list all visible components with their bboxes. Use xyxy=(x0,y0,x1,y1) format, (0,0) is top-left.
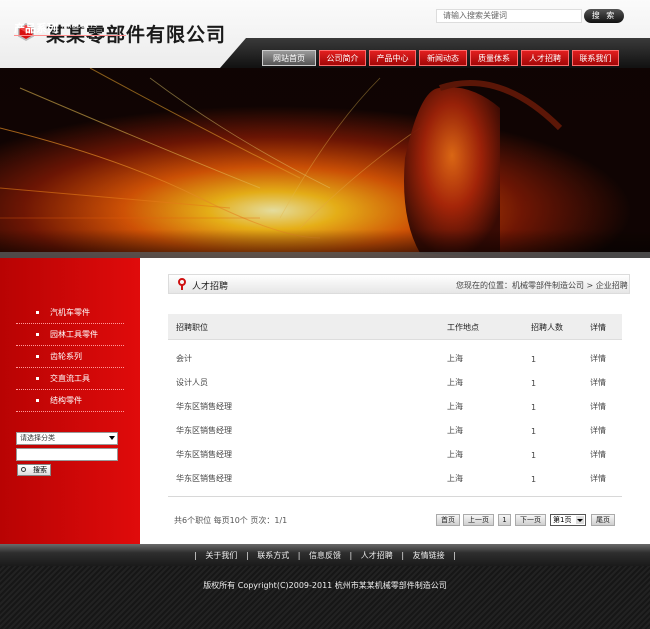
sidebar-item-gears[interactable]: 齿轮系列 xyxy=(16,346,124,368)
cell-location: 上海 xyxy=(447,378,463,387)
category-select-value: 请选择分类 xyxy=(20,434,55,442)
last-page-button[interactable]: 尾页 xyxy=(591,514,615,526)
footer-link-friends[interactable]: 友情链接 xyxy=(410,551,448,560)
sidebar-title-en: /PRODUCTS xyxy=(62,23,98,30)
footer-separator: | xyxy=(297,551,301,560)
sidebar-item-garden-tools[interactable]: 园林工具零件 xyxy=(16,324,124,346)
footer-separator: | xyxy=(349,551,353,560)
nav-item-about[interactable]: 公司简介 xyxy=(319,50,366,66)
footer-links: | 关于我们 | 联系方式 | 信息反馈 | 人才招聘 | 友情链接 | xyxy=(0,550,650,561)
chevron-down-icon xyxy=(576,516,584,524)
column-header-location: 工作地点 xyxy=(447,323,479,332)
details-link[interactable]: 详情 xyxy=(590,377,606,388)
sidebar-item-label: 汽机车零件 xyxy=(50,308,90,317)
sidebar-divider xyxy=(14,35,126,36)
cell-position[interactable]: 华东区销售经理 xyxy=(176,425,232,436)
sidebar-item-label: 园林工具零件 xyxy=(50,330,98,339)
main-nav: 网站首页 公司简介 产品中心 新闻动态 质量体系 人才招聘 联系我们 xyxy=(262,50,619,66)
cell-headcount: 1 xyxy=(531,355,537,364)
pager-summary: 共6个职位 每页10个 页次：1/1 xyxy=(174,516,288,525)
bullet-icon xyxy=(36,377,39,380)
sidebar-search-label: 搜索 xyxy=(33,466,47,474)
sidebar-item-label: 结构零件 xyxy=(50,396,82,405)
column-header-details: 详情 xyxy=(590,323,606,332)
footer-link-about[interactable]: 关于我们 xyxy=(202,551,240,560)
footer-background xyxy=(0,566,650,629)
prev-page-button[interactable]: 上一页 xyxy=(463,514,494,526)
cell-position[interactable]: 会计 xyxy=(176,353,192,364)
search-input[interactable]: 请输入搜索关键词 xyxy=(436,9,582,23)
molten-metal-banner-image xyxy=(0,68,650,258)
nav-item-products[interactable]: 产品中心 xyxy=(369,50,416,66)
footer-separator: | xyxy=(194,551,197,560)
sidebar-item-structural-parts[interactable]: 结构零件 xyxy=(16,390,124,412)
section-title: 人才招聘 xyxy=(192,282,229,292)
footer-link-careers[interactable]: 人才招聘 xyxy=(358,551,396,560)
footer-separator: | xyxy=(245,551,249,560)
sidebar-item-label: 齿轮系列 xyxy=(50,352,82,361)
footer-separator: | xyxy=(401,551,405,560)
cell-location: 上海 xyxy=(447,426,463,435)
search-button[interactable]: 搜 索 xyxy=(584,9,624,23)
page-select[interactable]: 第1页 xyxy=(550,514,586,526)
nav-item-contact[interactable]: 联系我们 xyxy=(572,50,619,66)
page-select-value: 第1页 xyxy=(553,516,572,524)
footer-link-contact[interactable]: 联系方式 xyxy=(254,551,292,560)
footer-separator: | xyxy=(453,551,456,560)
nav-item-careers[interactable]: 人才招聘 xyxy=(521,50,569,66)
hero-banner xyxy=(0,68,650,258)
cell-headcount: 1 xyxy=(531,379,537,388)
details-link[interactable]: 详情 xyxy=(590,425,606,436)
bullet-icon xyxy=(36,333,39,336)
details-link[interactable]: 详情 xyxy=(590,449,606,460)
bullet-icon xyxy=(36,399,39,402)
cell-headcount: 1 xyxy=(531,403,537,412)
details-link[interactable]: 详情 xyxy=(590,353,606,364)
nav-item-quality[interactable]: 质量体系 xyxy=(470,50,518,66)
details-link[interactable]: 详情 xyxy=(590,401,606,412)
sidebar-item-auto-parts[interactable]: 汽机车零件 xyxy=(16,302,124,324)
breadcrumb: 您现在的位置：机械零部件制造公司 > 企业招聘 xyxy=(456,281,628,290)
first-page-button[interactable]: 首页 xyxy=(436,514,460,526)
cell-location: 上海 xyxy=(447,402,463,411)
search-icon xyxy=(21,467,26,472)
bullet-icon xyxy=(36,311,39,314)
copyright-text: 版权所有 Copyright(C)2009-2011 杭州市某某机械零部件制造公… xyxy=(203,581,447,590)
cell-location: 上海 xyxy=(447,474,463,483)
table-divider xyxy=(168,496,622,497)
location-pin-icon-tail xyxy=(181,285,183,290)
cell-headcount: 1 xyxy=(531,475,537,484)
column-header-headcount: 招聘人数 xyxy=(531,323,563,332)
cell-position[interactable]: 设计人员 xyxy=(176,377,208,388)
details-link[interactable]: 详情 xyxy=(590,473,606,484)
sidebar-title: 产品系列 xyxy=(14,22,58,35)
bullet-icon xyxy=(36,355,39,358)
cell-position[interactable]: 华东区销售经理 xyxy=(176,473,232,484)
nav-item-news[interactable]: 新闻动态 xyxy=(419,50,467,66)
cell-position[interactable]: 华东区销售经理 xyxy=(176,449,232,460)
current-page-button[interactable]: 1 xyxy=(498,514,511,526)
sidebar-item-label: 交直流工具 xyxy=(50,374,90,383)
category-select[interactable]: 请选择分类 xyxy=(16,432,118,445)
cell-headcount: 1 xyxy=(531,451,537,460)
column-header-position: 招聘职位 xyxy=(176,323,208,332)
nav-item-home[interactable]: 网站首页 xyxy=(262,50,316,66)
cell-headcount: 1 xyxy=(531,427,537,436)
chevron-down-icon xyxy=(109,436,115,440)
footer-link-feedback[interactable]: 信息反馈 xyxy=(306,551,344,560)
cell-location: 上海 xyxy=(447,354,463,363)
sidebar-search-button[interactable]: 搜索 xyxy=(17,464,51,476)
cell-location: 上海 xyxy=(447,450,463,459)
next-page-button[interactable]: 下一页 xyxy=(515,514,546,526)
sidebar-item-ac-dc-tools[interactable]: 交直流工具 xyxy=(16,368,124,390)
cell-position[interactable]: 华东区销售经理 xyxy=(176,401,232,412)
sidebar-search-input[interactable] xyxy=(16,448,118,461)
